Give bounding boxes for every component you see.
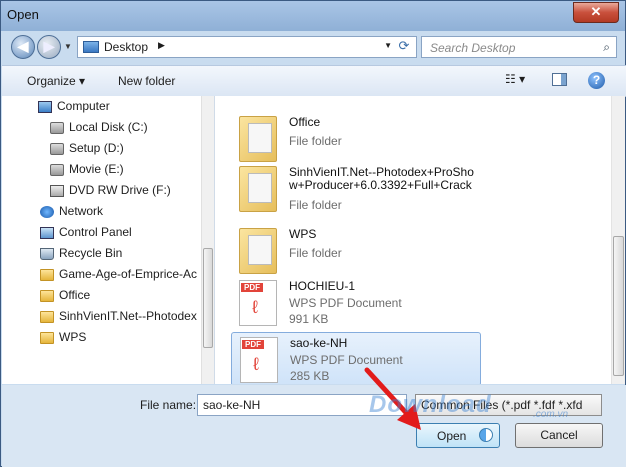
file-name: sao-ke-NH: [290, 336, 348, 350]
file-type: File folder: [289, 198, 342, 212]
sidebar-item-label: Local Disk (C:): [69, 120, 148, 134]
file-item-sao-ke-nh[interactable]: PDF ℓ sao-ke-NH WPS PDF Document 285 KB: [231, 332, 481, 384]
cancel-button[interactable]: Cancel: [515, 423, 603, 448]
pdf-file-icon: PDF ℓ: [239, 280, 277, 326]
navigation-pane: Computer Local Disk (C:) Setup (D:) Movi…: [2, 96, 215, 384]
pdf-badge: PDF: [241, 283, 263, 292]
folder-icon: [40, 268, 54, 281]
file-name-label: File name:: [140, 398, 197, 412]
sidebar-item-label: WPS: [59, 330, 87, 344]
sidebar-item-label: Setup (D:): [69, 141, 124, 155]
sidebar-item-label: DVD RW Drive (F:): [69, 183, 171, 197]
file-size: 991 KB: [289, 312, 329, 326]
address-text[interactable]: Desktop: [104, 40, 148, 54]
help-icon[interactable]: ?: [588, 72, 605, 89]
sidebar-item-label: Game-Age-of-Emprice-Ac: [59, 267, 198, 281]
sidebar-item-label: Recycle Bin: [59, 246, 123, 260]
folder-icon: [239, 116, 277, 162]
control-panel-icon: [40, 226, 54, 239]
sidebar-item-game-folder[interactable]: Game-Age-of-Emprice-Ac: [40, 267, 197, 287]
title-bar[interactable]: Open ✕: [1, 1, 625, 31]
folder-icon: [239, 228, 277, 274]
sidebar-item-label: Computer: [57, 99, 110, 113]
pdf-logo-icon: ℓ: [252, 297, 258, 317]
navigation-bar: ◀ ▶ ▼ Desktop ▶ ▼ ⟳ Search Desktop ⌕: [7, 33, 619, 61]
file-item-office[interactable]: Office File folder: [231, 112, 481, 166]
sidebar-item-label: SinhVienIT.Net--Photodex: [59, 309, 197, 323]
search-box[interactable]: Search Desktop ⌕: [421, 36, 617, 58]
file-name: HOCHIEU-1: [289, 279, 356, 293]
folder-icon: [239, 166, 277, 212]
pdf-logo-icon: ℓ: [253, 354, 259, 374]
sidebar-item-network[interactable]: Network: [40, 204, 103, 224]
sidebar-item-computer[interactable]: Computer: [38, 99, 110, 119]
open-dialog: Open ✕ ◀ ▶ ▼ Desktop ▶ ▼ ⟳ Search Deskto…: [0, 0, 626, 467]
navigation-scrollbar[interactable]: [201, 96, 214, 384]
file-item-wps[interactable]: WPS File folder: [231, 224, 481, 278]
pdf-badge: PDF: [242, 340, 264, 349]
new-folder-button[interactable]: New folder: [118, 74, 175, 88]
file-name: WPS: [289, 227, 317, 241]
file-name: Office: [289, 115, 321, 129]
scrollbar-thumb[interactable]: [203, 248, 213, 348]
breadcrumb-arrow-icon[interactable]: ▶: [158, 40, 165, 51]
scrollbar-thumb[interactable]: [613, 236, 624, 376]
watermark-text: Download: [369, 391, 492, 418]
sidebar-item-movie-e[interactable]: Movie (E:): [50, 162, 124, 182]
sidebar-item-local-disk-c[interactable]: Local Disk (C:): [50, 120, 148, 140]
disk-icon: [50, 142, 64, 155]
file-list-scrollbar[interactable]: [611, 96, 625, 384]
back-button[interactable]: ◀: [11, 35, 35, 59]
forward-button[interactable]: ▶: [37, 35, 61, 59]
computer-icon: [38, 100, 52, 113]
file-type: File folder: [289, 134, 342, 148]
file-item-sinhvienit[interactable]: SinhVienIT.Net--Photodex+ProShow+Produce…: [231, 162, 481, 216]
file-type: File folder: [289, 246, 342, 260]
open-button-label: Open: [437, 429, 467, 443]
preview-pane-icon[interactable]: [552, 73, 567, 86]
open-options-dropdown-icon[interactable]: [479, 428, 493, 442]
refresh-icon[interactable]: ⟳: [395, 37, 413, 55]
pdf-file-icon: PDF ℓ: [240, 337, 278, 383]
file-type: WPS PDF Document: [289, 296, 402, 310]
sidebar-item-label: Network: [59, 204, 104, 218]
sidebar-item-recycle-bin[interactable]: Recycle Bin: [40, 246, 122, 266]
file-type: WPS PDF Document: [290, 353, 403, 367]
file-item-hochieu[interactable]: PDF ℓ HOCHIEU-1 WPS PDF Document 991 KB: [231, 276, 481, 330]
sidebar-item-wps[interactable]: WPS: [40, 330, 86, 350]
address-dropdown-icon[interactable]: ▼: [384, 41, 392, 50]
recycle-bin-icon: [40, 247, 54, 260]
sidebar-item-control-panel[interactable]: Control Panel: [40, 225, 132, 245]
file-name: SinhVienIT.Net--Photodex+ProShow+Produce…: [289, 165, 474, 192]
sidebar-item-label: Control Panel: [59, 225, 132, 239]
dialog-footer: File name: sao-ke-NH Common Files (*.pdf…: [2, 385, 626, 467]
sidebar-item-dvd-drive[interactable]: DVD RW Drive (F:): [50, 183, 171, 203]
window-title: Open: [7, 7, 39, 22]
disk-icon: [50, 121, 64, 134]
file-size: 285 KB: [290, 369, 330, 383]
search-input[interactable]: Search Desktop: [430, 41, 515, 55]
command-toolbar: Organize ▾ New folder ☷ ▾ ?: [2, 65, 626, 97]
organize-button[interactable]: Organize ▾: [27, 74, 85, 88]
recent-locations-dropdown-icon[interactable]: ▼: [64, 42, 72, 51]
sidebar-item-label: Movie (E:): [69, 162, 124, 176]
close-button[interactable]: ✕: [573, 2, 619, 23]
folder-icon: [40, 289, 54, 302]
file-list: Office File folder SinhVienIT.Net--Photo…: [215, 96, 625, 384]
folder-icon: [40, 331, 54, 344]
disk-icon: [50, 163, 64, 176]
watermark-domain: .com.vn: [533, 409, 569, 420]
sidebar-item-office[interactable]: Office: [40, 288, 90, 308]
address-bar[interactable]: Desktop ▶ ▼: [77, 36, 417, 58]
search-icon[interactable]: ⌕: [603, 40, 610, 55]
network-icon: [40, 205, 54, 218]
sidebar-item-sinhvienit-folder[interactable]: SinhVienIT.Net--Photodex: [40, 309, 197, 329]
dvd-icon: [50, 184, 64, 197]
sidebar-item-label: Office: [59, 288, 91, 302]
change-view-icon[interactable]: ☷ ▾: [505, 72, 535, 86]
sidebar-item-setup-d[interactable]: Setup (D:): [50, 141, 124, 161]
folder-icon: [40, 310, 54, 323]
desktop-icon: [83, 41, 99, 53]
